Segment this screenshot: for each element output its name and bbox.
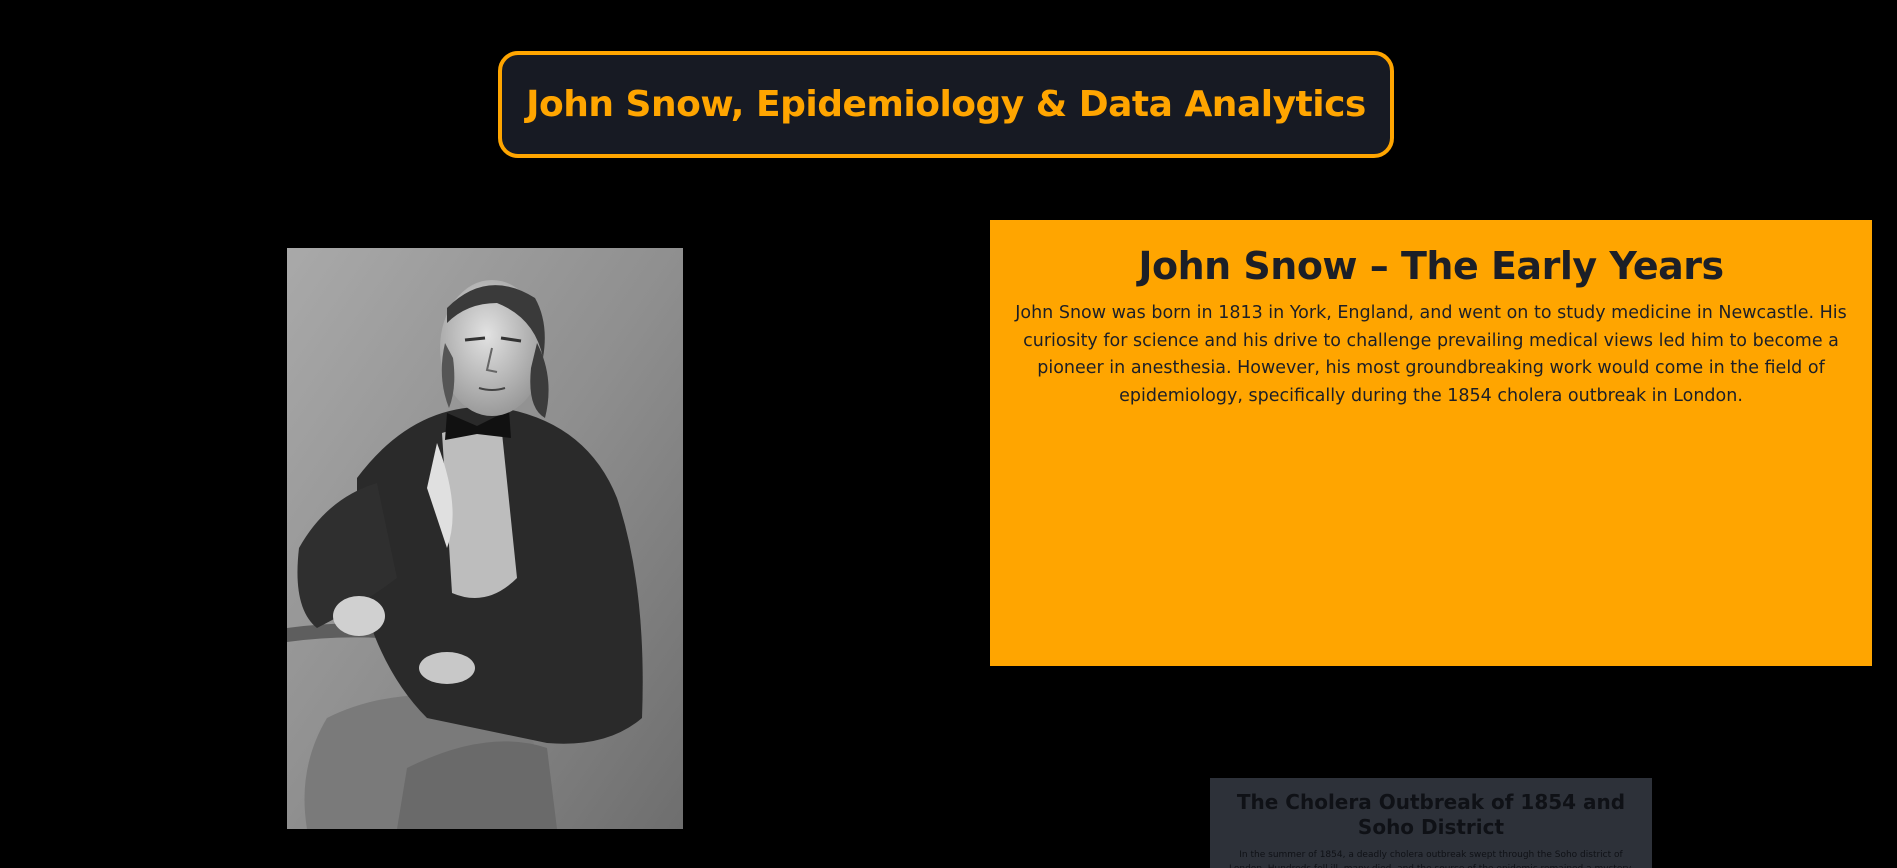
page-title: John Snow, Epidemiology & Data Analytics: [526, 84, 1366, 125]
page: John Snow, Epidemiology & Data Analytics: [0, 0, 1897, 868]
early-years-heading: John Snow – The Early Years: [1138, 244, 1724, 288]
early-years-body: John Snow was born in 1813 in York, Engl…: [1015, 303, 1847, 406]
early-years-card: John Snow – The Early Years John Snow wa…: [990, 220, 1872, 666]
portrait-image: [287, 248, 683, 829]
cholera-outbreak-card: The Cholera Outbreak of 1854 and Soho Di…: [1210, 778, 1652, 868]
cholera-outbreak-heading: The Cholera Outbreak of 1854 and Soho Di…: [1236, 790, 1626, 839]
john-snow-portrait: [287, 248, 683, 829]
cholera-outbreak-body: In the summer of 1854, a deadly cholera …: [1229, 850, 1633, 868]
page-title-box: John Snow, Epidemiology & Data Analytics: [498, 51, 1394, 158]
